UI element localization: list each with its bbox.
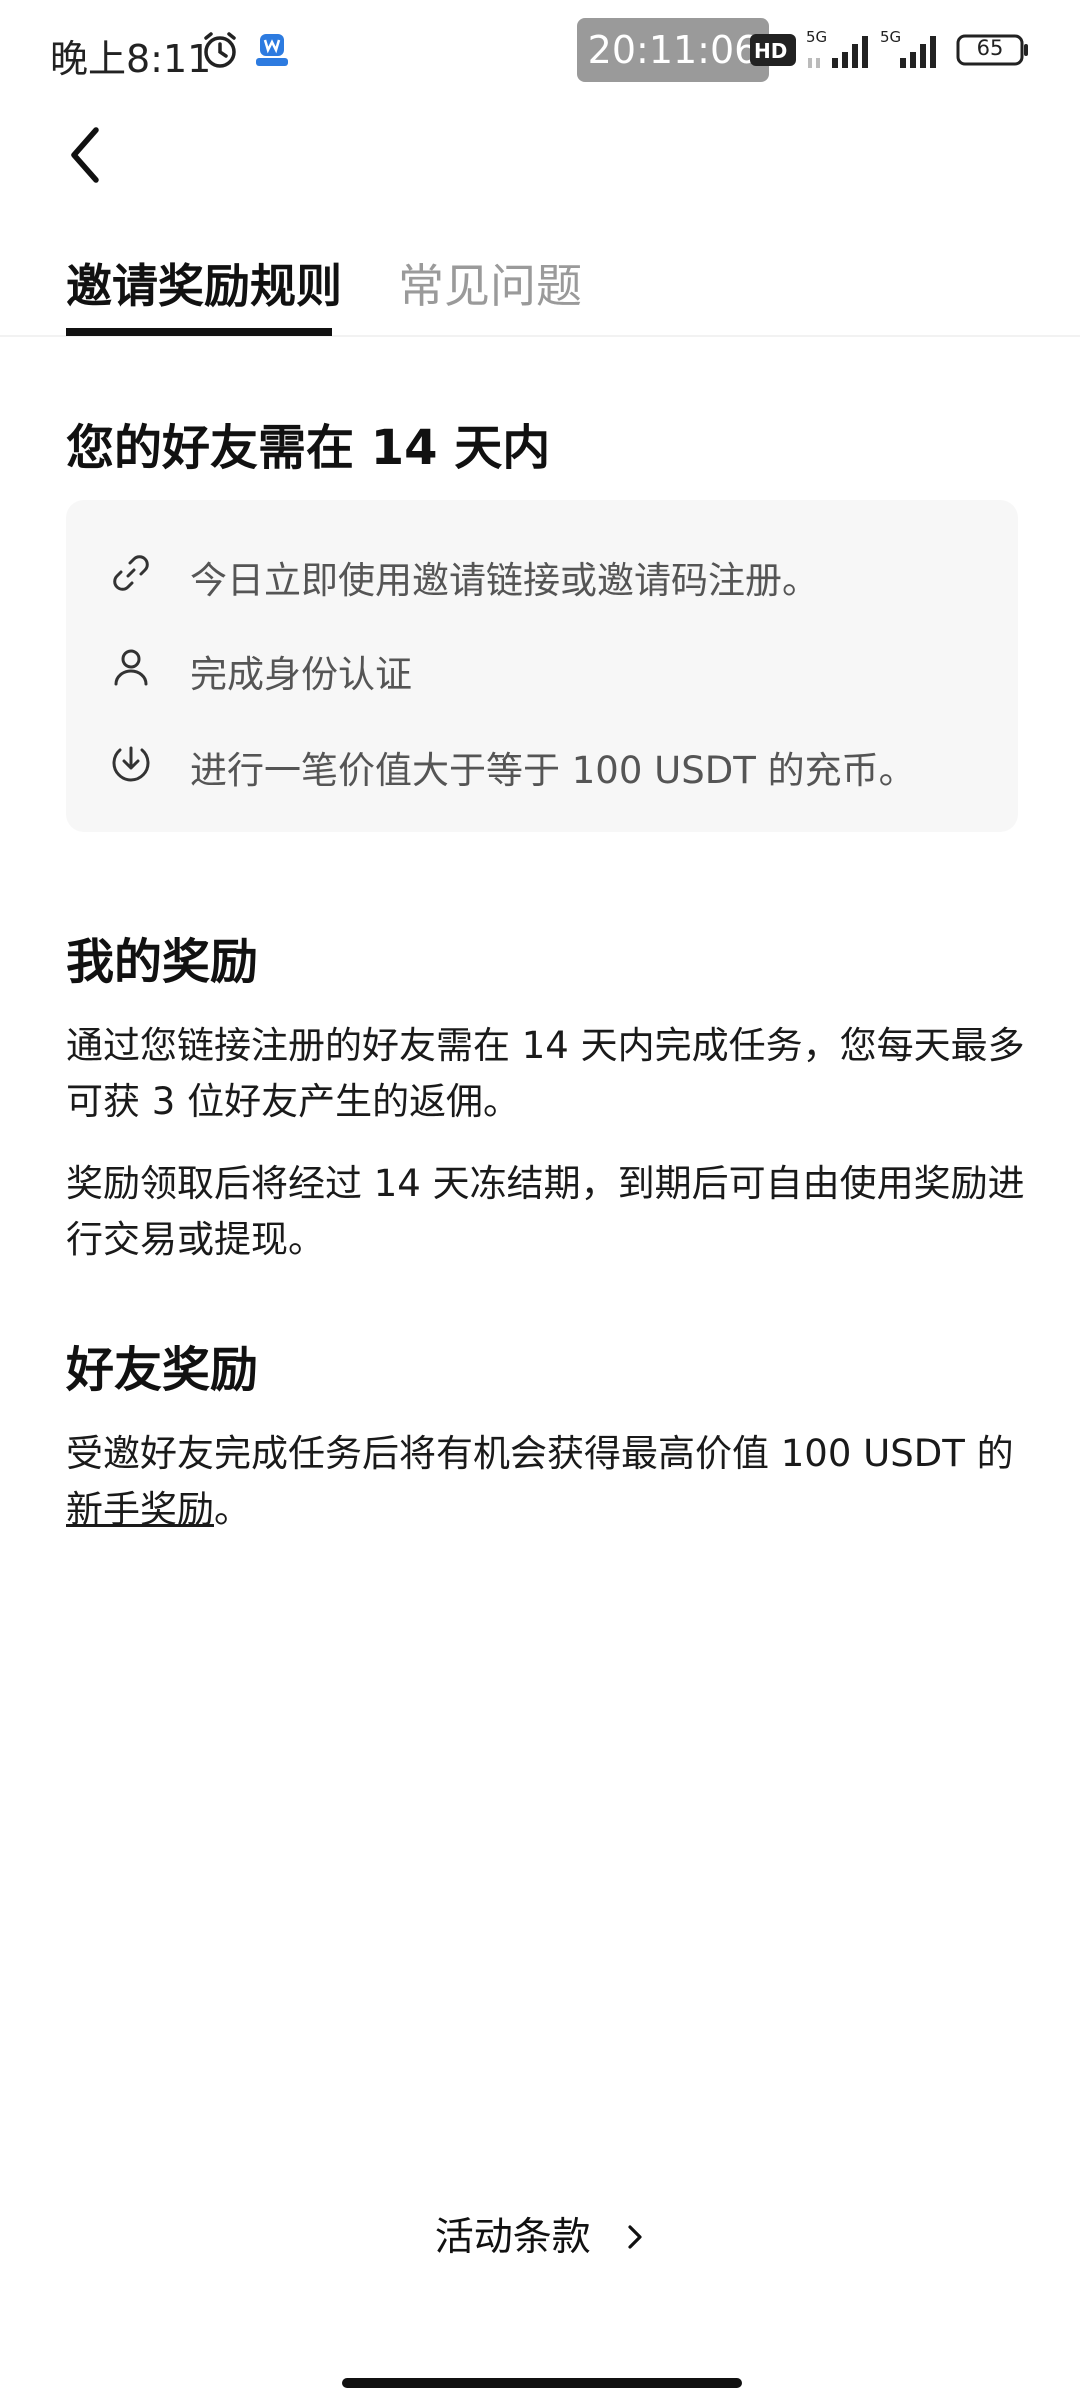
svg-text:HD: HD [754, 39, 787, 63]
friend-rewards-paragraph: 受邀好友完成任务后将有机会获得最高价值 100 USDT 的新手奖励。 [66, 1426, 1026, 1538]
my-rewards-title: 我的奖励 [66, 934, 259, 990]
newbie-reward-link[interactable]: 新手奖励 [66, 1488, 214, 1531]
requirement-item: 今日立即使用邀请链接或邀请码注册。 [66, 532, 1018, 612]
deposit-icon [112, 746, 150, 782]
friend-rewards-text: 受邀好友完成任务后将有机会获得最高价值 100 USDT 的 [66, 1432, 1014, 1475]
chevron-left-icon [71, 127, 99, 183]
back-button[interactable] [60, 118, 120, 192]
status-bar: 晚上8:11 20:11:06 HD 5G 5G 65 [0, 0, 1080, 104]
friend-rewards-title: 好友奖励 [66, 1342, 259, 1398]
screen: 晚上8:11 20:11:06 HD 5G 5G 65 邀请奖励规则 常见问题 … [0, 0, 1080, 2400]
terms-label: 活动条款 [434, 2215, 591, 2260]
battery-level: 65 [976, 36, 1004, 60]
alarm-icon [204, 32, 236, 68]
home-indicator[interactable] [342, 2378, 742, 2388]
requirement-item: 进行一笔价值大于等于 100 USDT 的充币。 [66, 722, 1018, 802]
signal-5g-icon: 5G [806, 28, 868, 68]
requirements-title: 您的好友需在 14 天内 [66, 420, 551, 476]
tab-bar: 邀请奖励规则 常见问题 [0, 222, 1080, 337]
chevron-right-icon [628, 2225, 642, 2249]
terms-link[interactable]: 活动条款 [0, 2206, 1080, 2262]
app-notification-icon [256, 34, 288, 66]
tab-invite-rules[interactable]: 邀请奖励规则 [66, 250, 342, 316]
requirement-text: 今日立即使用邀请链接或邀请码注册。 [190, 559, 819, 602]
requirement-text: 进行一笔价值大于等于 100 USDT 的充币。 [190, 749, 916, 792]
svg-text:5G: 5G [880, 28, 901, 46]
user-icon [114, 649, 148, 686]
status-clock-pill: 20:11:06 [577, 18, 769, 82]
active-tab-indicator [66, 328, 332, 336]
requirements-card: 今日立即使用邀请链接或邀请码注册。 完成身份认证 进行一笔价值大于等于 100 … [66, 500, 1018, 832]
requirement-item: 完成身份认证 [66, 626, 1018, 706]
my-rewards-paragraph-1: 通过您链接注册的好友需在 14 天内完成任务，您每天最多可获 3 位好友产生的返… [66, 1024, 1025, 1123]
hd-voice-icon: HD [750, 34, 796, 66]
status-time: 晚上8:11 [50, 37, 212, 81]
my-rewards-paragraph-2: 奖励领取后将经过 14 天冻结期，到期后可自由使用奖励进行交易或提现。 [66, 1162, 1025, 1261]
tab-faq[interactable]: 常见问题 [398, 250, 582, 316]
link-icon [113, 555, 149, 591]
network-label-1: 5G [806, 28, 827, 46]
friend-rewards-suffix: 。 [214, 1488, 251, 1531]
signal-5g-icon-2: 5G [880, 28, 936, 68]
requirement-text: 完成身份认证 [190, 653, 412, 696]
